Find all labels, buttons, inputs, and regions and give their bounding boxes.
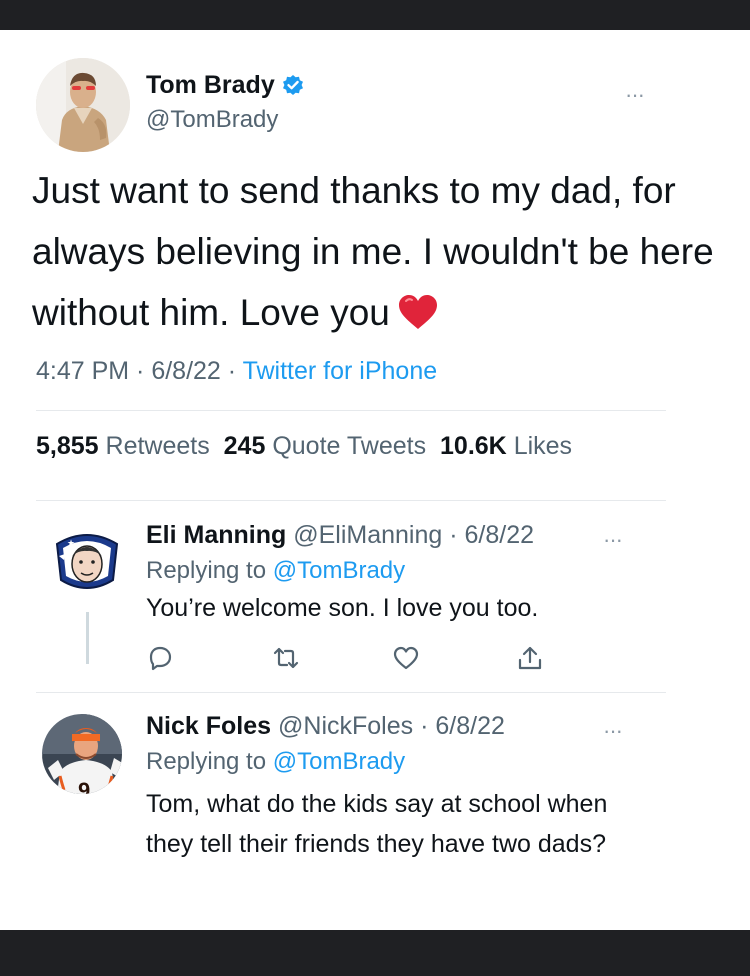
- reply-date[interactable]: · 6/8/22: [420, 712, 505, 740]
- more-options-icon[interactable]: ···: [603, 718, 623, 744]
- reply-author-name[interactable]: Nick Foles: [146, 712, 271, 740]
- replying-to: Replying to @TomBrady: [146, 748, 405, 776]
- svg-text:★: ★: [67, 539, 75, 549]
- more-options-icon[interactable]: ···: [603, 527, 623, 553]
- divider: [36, 500, 666, 501]
- top-frame-bar: [0, 0, 750, 30]
- tweet-source-link[interactable]: Twitter for iPhone: [243, 357, 438, 385]
- quotes-count: 245: [223, 432, 266, 460]
- tom-brady-avatar[interactable]: [36, 58, 130, 152]
- reply-author-handle[interactable]: @EliManning: [293, 521, 442, 549]
- reply-author-name[interactable]: Eli Manning: [146, 521, 286, 549]
- reply-text: Tom, what do the kids say at school when…: [146, 790, 608, 858]
- retweets-stat[interactable]: 5,855 Retweets: [36, 432, 210, 460]
- tweet-text: Just want to send thanks to my dad, for …: [32, 160, 722, 343]
- tweet-time[interactable]: 4:47 PM: [36, 357, 129, 385]
- reply-author-handle[interactable]: @NickFoles: [278, 712, 413, 740]
- replying-to: Replying to @TomBrady: [146, 557, 405, 585]
- meta-separator: ·: [220, 357, 243, 385]
- bottom-frame-bar: [0, 930, 750, 976]
- retweet-icon[interactable]: [272, 644, 300, 672]
- reply-icon[interactable]: [146, 644, 174, 672]
- tweet-meta: 4:47 PM · 6/8/22 · Twitter for iPhone: [36, 357, 437, 386]
- tweet-text-body: Just want to send thanks to my dad, for …: [32, 170, 714, 333]
- quotes-label: Quote Tweets: [272, 432, 427, 460]
- tweet-date[interactable]: 6/8/22: [151, 357, 221, 385]
- retweets-label: Retweets: [105, 432, 210, 460]
- divider: [36, 692, 666, 693]
- likes-count: 10.6K: [440, 432, 507, 460]
- share-icon[interactable]: [516, 644, 544, 672]
- jersey-number: 9: [78, 778, 90, 794]
- replying-prefix: Replying to: [146, 557, 267, 584]
- replying-to-mention[interactable]: @TomBrady: [273, 557, 405, 584]
- replying-prefix: Replying to: [146, 748, 267, 775]
- meta-separator: ·: [129, 357, 152, 385]
- reply-text: You’re welcome son. I love you too.: [146, 594, 539, 622]
- author-handle[interactable]: @TomBrady: [146, 106, 278, 134]
- reply-date[interactable]: · 6/8/22: [449, 521, 534, 549]
- like-icon[interactable]: [392, 644, 420, 672]
- tweet-stats: 5,855 Retweets 245 Quote Tweets 10.6K Li…: [36, 432, 572, 461]
- likes-label: Likes: [513, 432, 573, 460]
- divider: [36, 410, 666, 411]
- more-options-icon[interactable]: ···: [625, 82, 645, 108]
- quote-tweets-stat[interactable]: 245 Quote Tweets: [224, 432, 426, 460]
- thread-connector-line: [86, 612, 89, 664]
- author-name-text[interactable]: Tom Brady: [146, 71, 275, 100]
- reply-header: Eli Manning @EliManning · 6/8/22: [146, 521, 534, 550]
- likes-stat[interactable]: 10.6K Likes: [440, 432, 572, 460]
- author-name[interactable]: Tom Brady: [146, 71, 305, 100]
- reply-header: Nick Foles @NickFoles · 6/8/22: [146, 712, 505, 741]
- nick-foles-avatar[interactable]: 9: [42, 714, 122, 794]
- retweets-count: 5,855: [36, 432, 99, 460]
- eli-manning-avatar[interactable]: ★: [47, 520, 127, 600]
- verified-badge-icon: [281, 74, 305, 98]
- heart-emoji-icon: [398, 288, 438, 329]
- replying-to-mention[interactable]: @TomBrady: [273, 748, 405, 775]
